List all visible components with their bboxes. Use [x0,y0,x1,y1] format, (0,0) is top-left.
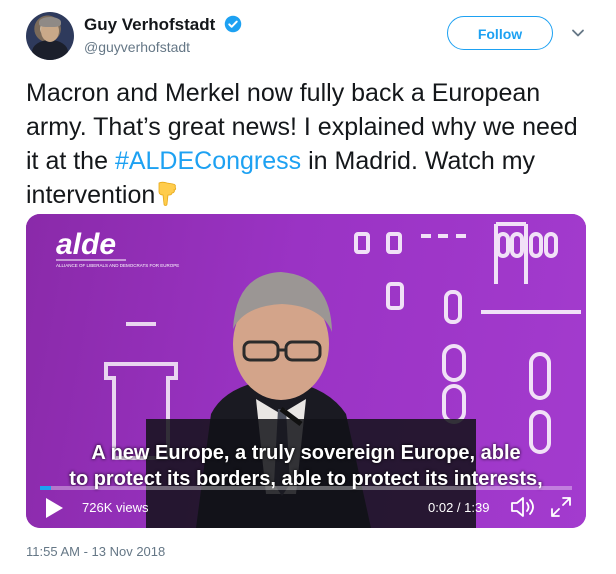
volume-icon[interactable] [510,495,536,519]
avatar[interactable] [26,12,74,60]
verified-badge-icon [224,15,242,33]
alde-logo-text: alde [56,228,116,261]
building-outline-right [354,222,581,454]
tweet-text: Macron and Merkel now fully back a Europ… [26,76,596,212]
user-handle[interactable]: @guyverhofstadt [84,39,190,55]
hashtag-link[interactable]: #ALDECongress [115,147,301,175]
follow-button[interactable]: Follow [447,16,553,50]
display-name-text[interactable]: Guy Verhofstadt [84,15,215,34]
chevron-down-icon[interactable] [571,26,585,40]
display-name[interactable]: Guy Verhofstadt [84,15,242,35]
alde-logo-subtext: ALLIANCE OF LIBERALS AND DEMOCRATS FOR E… [56,263,179,268]
video-time: 0:02 / 1:39 [428,500,490,515]
pointing-down-emoji-icon [158,181,177,206]
video-progress-fill [40,486,51,490]
view-count: 726K views [82,500,149,515]
tweet-timestamp[interactable]: 11:55 AM - 13 Nov 2018 [26,544,165,559]
play-icon[interactable] [44,497,64,519]
video-progress-bar[interactable] [40,486,572,490]
avatar-hair [39,17,61,27]
avatar-suit [32,40,68,60]
video-player[interactable]: alde ALLIANCE OF LIBERALS AND DEMOCRATS … [26,214,586,528]
caption-line-1: A new Europe, a truly sovereign Europe, … [91,442,521,464]
tweet-header: Guy Verhofstadt @guyverhofstadt Follow [26,12,596,62]
fullscreen-icon[interactable] [550,496,572,518]
alde-logo-icon: alde ALLIANCE OF LIBERALS AND DEMOCRATS … [56,228,179,268]
